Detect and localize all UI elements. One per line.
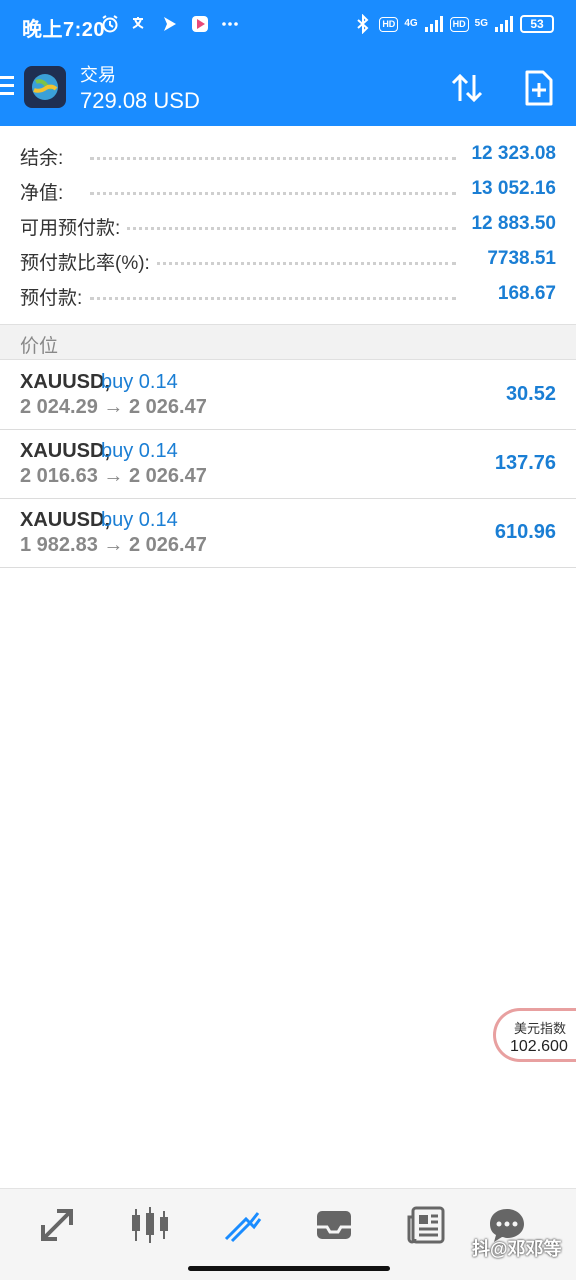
network-type-2: 5G (474, 18, 488, 29)
position-side: buy 0.14 (101, 371, 178, 393)
dotted-leader (90, 157, 456, 160)
positions-list: XAUUSD, buy 0.14 2 024.29 → 2 026.47 30.… (0, 361, 576, 568)
dotted-leader (90, 227, 456, 230)
position-profit: 610.96 (494, 521, 556, 543)
translate-icon (132, 17, 144, 29)
history-icon[interactable] (314, 1205, 354, 1245)
position-row[interactable]: XAUUSD, buy 0.14 2 024.29 → 2 026.47 30.… (0, 361, 576, 430)
signal-icon (424, 16, 443, 32)
position-symbol: XAUUSD, (20, 440, 111, 462)
summary-value: 168.67 (491, 283, 556, 305)
summary-value: 13 052.16 (465, 178, 556, 200)
summary-label: 可用预付款: (20, 213, 127, 240)
news-icon[interactable] (407, 1205, 447, 1245)
status-system-icons: HD 4G HD 5G 53 (353, 14, 554, 34)
dotted-leader (90, 192, 456, 195)
quotes-icon[interactable] (37, 1205, 77, 1245)
summary-label: 预付款: (20, 283, 89, 310)
account-summary: 结余: 12 323.08 净值: 13 052.16 可用预付款: 12 88… (0, 137, 576, 312)
summary-label: 预付款比率(%): (20, 248, 156, 275)
position-side: buy 0.14 (101, 509, 178, 531)
watermark: 抖@邓邓等 (472, 1239, 562, 1259)
status-notification-icons (100, 14, 240, 34)
position-row[interactable]: XAUUSD, buy 0.14 2 016.63 → 2 026.47 137… (0, 430, 576, 499)
status-time: 晚上7:20 (22, 19, 106, 41)
trade-icon[interactable] (222, 1205, 262, 1245)
bluetooth-icon (357, 14, 369, 34)
summary-row-equity: 净值: 13 052.16 (0, 172, 576, 207)
position-side: buy 0.14 (101, 440, 178, 462)
hd-badge-2: HD (449, 16, 469, 32)
summary-value: 7738.51 (481, 248, 556, 270)
sort-arrows-icon[interactable] (450, 72, 484, 104)
new-document-icon[interactable] (524, 70, 554, 106)
summary-row-margin: 预付款: 168.67 (0, 277, 576, 312)
app-bar: 交易 729.08 USD (0, 52, 576, 126)
summary-value: 12 323.08 (465, 143, 556, 165)
network-type-1: 4G (404, 18, 418, 29)
hd-badge: HD (379, 16, 399, 32)
signal-icon-2 (495, 16, 513, 32)
section-header-label: 价位 (20, 336, 59, 357)
home-indicator[interactable] (188, 1266, 390, 1271)
status-bar: 晚上7:20 HD 4G HD 5G 53 (0, 0, 576, 52)
alarm-icon (102, 15, 118, 33)
app-logo (24, 66, 66, 108)
location-arrow-icon (164, 17, 176, 31)
summary-row-free-margin: 可用预付款: 12 883.50 (0, 207, 576, 242)
position-prices: 2 024.29 → 2 026.47 (20, 396, 207, 418)
account-balance: 729.08 USD (80, 88, 200, 113)
menu-icon[interactable] (0, 76, 14, 96)
page-title: 交易 (80, 65, 116, 85)
position-symbol: XAUUSD, (20, 371, 111, 393)
summary-row-balance: 结余: 12 323.08 (0, 137, 576, 172)
position-symbol: XAUUSD, (20, 509, 111, 531)
position-prices: 2 016.63 → 2 026.47 (20, 465, 207, 487)
dotted-leader (90, 297, 456, 300)
summary-label: 结余: (20, 143, 70, 170)
position-row[interactable]: XAUUSD, buy 0.14 1 982.83 → 2 026.47 610… (0, 499, 576, 568)
position-profit: 137.76 (494, 452, 556, 474)
summary-label: 净值: (20, 178, 70, 205)
position-profit: 30.52 (505, 383, 556, 405)
summary-row-margin-level: 预付款比率(%): 7738.51 (0, 242, 576, 277)
positions-section-header: 价位 (0, 324, 576, 360)
battery-icon: 53 (520, 15, 554, 33)
position-prices: 1 982.83 → 2 026.47 (20, 534, 207, 556)
widget-label: 美元指数 (514, 1021, 567, 1036)
summary-value: 12 883.50 (465, 213, 556, 235)
dollar-index-widget[interactable]: 美元指数 102.600 (493, 1008, 576, 1062)
widget-value: 102.600 (510, 1038, 568, 1055)
chart-icon[interactable] (130, 1205, 170, 1245)
more-dots-icon (222, 22, 238, 26)
play-store-icon (192, 16, 208, 32)
